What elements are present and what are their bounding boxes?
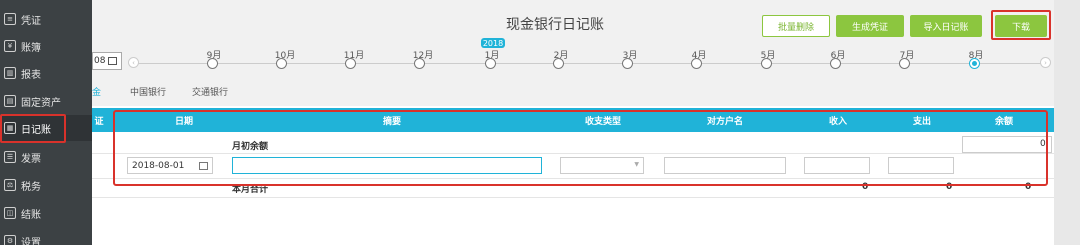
sidebar-item-label: 结账 (21, 209, 41, 221)
sidebar-item-label: 凭证 (21, 15, 41, 27)
calendar-icon[interactable] (108, 57, 118, 65)
fixed-asset-icon: ▤ (4, 95, 16, 107)
month-node-7[interactable] (899, 58, 910, 69)
sidebar-item-label: 税务 (21, 181, 41, 193)
sidebar: ≡ 凭证 ¥ 账簿 ▥ 报表 ▤ 固定资产 ▦ 日记账 ☰ 发票 ⚖ 税务 ◫ (0, 0, 92, 245)
month-node-8-current[interactable] (969, 58, 980, 69)
timeline-prev-icon[interactable]: ‹ (128, 57, 139, 68)
month-node-5[interactable] (761, 58, 772, 69)
sidebar-item-fixed-assets[interactable]: ▤ 固定资产 (0, 88, 92, 114)
month-node-3[interactable] (622, 58, 633, 69)
sidebar-item-tax[interactable]: ⚖ 税务 (0, 172, 92, 198)
month-node-12[interactable] (414, 58, 425, 69)
tab-bank-of-communications[interactable]: 交通银行 (192, 85, 228, 98)
ledger-icon: ¥ (4, 40, 16, 52)
settings-icon: ⚙ (4, 235, 16, 245)
page-title: 现金银行日记账 (506, 17, 604, 33)
report-chart-icon: ▥ (4, 67, 16, 79)
right-scroll-strip (1054, 0, 1080, 245)
month-node-6[interactable] (830, 58, 841, 69)
sidebar-item-label: 发票 (21, 153, 41, 165)
import-journal-button[interactable]: 导入日记账 (910, 15, 982, 37)
sidebar-item-ledger[interactable]: ¥ 账簿 (0, 33, 92, 59)
date-input[interactable]: 08 (92, 52, 122, 70)
closing-icon: ◫ (4, 207, 16, 219)
month-node-1[interactable] (485, 58, 496, 69)
sidebar-item-label: 固定资产 (21, 97, 61, 109)
generate-voucher-button[interactable]: 生成凭证 (836, 15, 904, 37)
voucher-icon: ≡ (4, 13, 16, 25)
batch-delete-button[interactable]: 批量删除 (762, 15, 830, 37)
timeline-next-icon[interactable]: › (1040, 57, 1051, 68)
sidebar-item-label: 设置 (21, 237, 41, 245)
sidebar-item-label: 报表 (21, 69, 41, 81)
tab-cash[interactable]: 金 (92, 85, 101, 98)
tab-bank-of-china[interactable]: 中国银行 (130, 85, 166, 98)
highlight-box-download (991, 10, 1051, 40)
sidebar-item-settings[interactable]: ⚙ 设置 (0, 228, 92, 245)
highlight-box-journal (0, 114, 66, 143)
sidebar-item-closing[interactable]: ◫ 结账 (0, 200, 92, 226)
row-divider (92, 197, 1054, 198)
year-badge: 2018 (481, 38, 505, 48)
month-node-2[interactable] (553, 58, 564, 69)
month-node-10[interactable] (276, 58, 287, 69)
sidebar-item-invoice[interactable]: ☰ 发票 (0, 144, 92, 170)
sidebar-item-report[interactable]: ▥ 报表 (0, 60, 92, 86)
sidebar-item-voucher[interactable]: ≡ 凭证 (0, 6, 92, 32)
highlight-box-table (113, 110, 1048, 186)
month-node-4[interactable] (691, 58, 702, 69)
date-input-value: 08 (94, 56, 106, 66)
month-node-11[interactable] (345, 58, 356, 69)
column-header: 证 (94, 117, 104, 127)
sidebar-item-label: 账簿 (21, 42, 41, 54)
month-node-9[interactable] (207, 58, 218, 69)
tax-icon: ⚖ (4, 179, 16, 191)
invoice-icon: ☰ (4, 151, 16, 163)
